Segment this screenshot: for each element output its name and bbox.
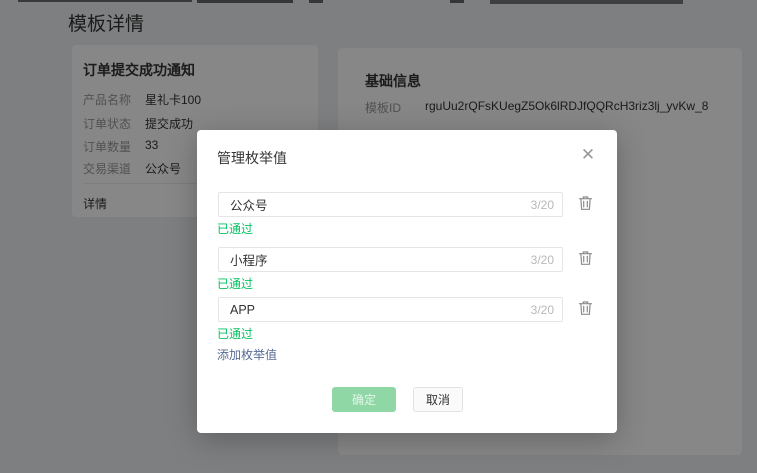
- delete-enum-button-3[interactable]: [576, 300, 594, 318]
- enum-value-input-2[interactable]: [218, 247, 563, 272]
- confirm-button[interactable]: 确定: [332, 387, 396, 412]
- add-enum-value-link[interactable]: 添加枚举值: [217, 346, 277, 363]
- delete-enum-button-2[interactable]: [576, 250, 594, 268]
- dialog-title: 管理枚举值: [217, 148, 287, 168]
- close-icon[interactable]: ✕: [576, 143, 600, 167]
- trash-icon: [578, 300, 593, 316]
- char-counter: 3/20: [524, 303, 554, 317]
- cancel-button[interactable]: 取消: [413, 387, 463, 412]
- status-passed: 已通过: [217, 275, 253, 292]
- trash-icon: [578, 195, 593, 211]
- char-counter: 3/20: [524, 253, 554, 267]
- app-screen: 模板详情 订单提交成功通知 产品名称 星礼卡100 订单状态 提交成功 订单数量…: [0, 0, 757, 473]
- status-passed: 已通过: [217, 325, 253, 342]
- delete-enum-button-1[interactable]: [576, 195, 594, 213]
- manage-enum-values-dialog: 管理枚举值 ✕ 3/20 已通过 3/20 已通过 3/20 已通过: [197, 130, 617, 433]
- status-passed: 已通过: [217, 220, 253, 237]
- enum-value-input-1[interactable]: [218, 192, 563, 217]
- char-counter: 3/20: [524, 198, 554, 212]
- trash-icon: [578, 250, 593, 266]
- enum-value-input-3[interactable]: [218, 297, 563, 322]
